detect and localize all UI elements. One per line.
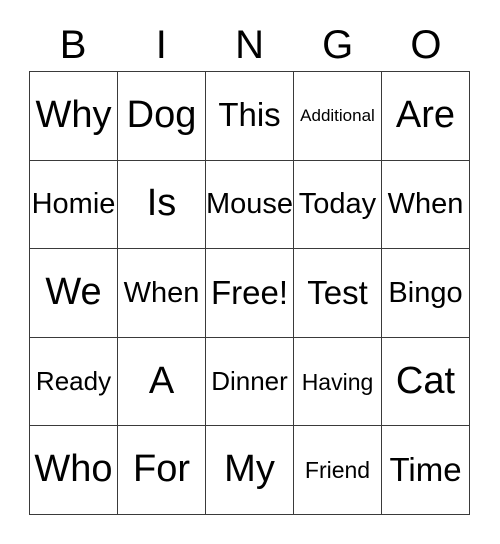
- bingo-cell[interactable]: Test: [294, 249, 382, 338]
- bingo-cell-label: Time: [389, 450, 462, 488]
- bingo-cell-label: Is: [146, 182, 177, 225]
- bingo-cell[interactable]: Is: [118, 160, 206, 250]
- bingo-cell-label: When: [123, 276, 200, 309]
- bingo-cell[interactable]: Free!: [206, 249, 294, 338]
- bingo-cell[interactable]: Having: [294, 337, 382, 427]
- header-letter-b: B: [59, 22, 87, 67]
- bingo-cell-label: Dinner: [211, 365, 288, 396]
- bingo-cell-label: My: [224, 448, 275, 491]
- bingo-cell[interactable]: Today: [294, 160, 382, 250]
- header-letter-i: I: [155, 22, 167, 67]
- bingo-cell-label: Why: [35, 93, 112, 136]
- bingo-cell-label: Test: [307, 273, 368, 311]
- bingo-cell-label: Additional: [300, 105, 375, 125]
- bingo-cell[interactable]: When: [118, 249, 206, 338]
- bingo-cell[interactable]: We: [30, 249, 118, 338]
- bingo-cell[interactable]: Dog: [118, 72, 206, 161]
- bingo-cell[interactable]: Additional: [294, 72, 382, 161]
- bingo-cell-label: Free!: [210, 273, 289, 311]
- bingo-cell-label: For: [133, 448, 190, 491]
- bingo-cell[interactable]: My: [206, 426, 294, 515]
- bingo-cell[interactable]: A: [118, 337, 206, 427]
- bingo-cell-label: Who: [34, 448, 113, 491]
- bingo-cell[interactable]: For: [118, 426, 206, 515]
- bingo-cell[interactable]: When: [382, 160, 470, 250]
- bingo-cell-label: Friend: [304, 457, 371, 484]
- bingo-cell[interactable]: Time: [382, 426, 470, 515]
- bingo-header: B I N G O: [29, 18, 470, 71]
- bingo-cell[interactable]: Cat: [382, 337, 470, 427]
- bingo-grid: Why Dog This Additional Are Homie Is Mouse Today…: [29, 71, 470, 515]
- bingo-cell[interactable]: Are: [382, 72, 470, 161]
- bingo-cell-label: Bingo: [388, 276, 463, 309]
- bingo-cell-label: This: [218, 96, 281, 134]
- bingo-cell-label: Ready: [35, 365, 112, 396]
- bingo-cell-label: Cat: [395, 359, 456, 402]
- bingo-cell-label: A: [148, 359, 175, 402]
- header-letter-o: O: [410, 22, 442, 67]
- bingo-cell[interactable]: Dinner: [206, 337, 294, 427]
- header-letter-n: N: [235, 22, 264, 67]
- bingo-cell[interactable]: Bingo: [382, 249, 470, 338]
- bingo-cell[interactable]: Why: [30, 72, 118, 161]
- bingo-card: B I N G O Why Dog This Additional Are Homie Is…: [0, 0, 500, 544]
- bingo-cell-label: Homie: [31, 188, 116, 221]
- header-letter-g: G: [322, 22, 354, 67]
- bingo-cell-label: Having: [301, 368, 374, 395]
- bingo-cell-label: We: [45, 271, 102, 314]
- bingo-cell-label: Mouse: [206, 188, 294, 221]
- bingo-cell-label: When: [387, 188, 464, 221]
- bingo-cell[interactable]: Friend: [294, 426, 382, 515]
- bingo-cell[interactable]: Mouse: [206, 160, 294, 250]
- bingo-cell-label: Are: [395, 93, 456, 136]
- bingo-cell[interactable]: Who: [30, 426, 118, 515]
- bingo-cell[interactable]: Ready: [30, 337, 118, 427]
- bingo-cell[interactable]: Homie: [30, 160, 118, 250]
- bingo-cell[interactable]: This: [206, 72, 294, 161]
- bingo-cell-label: Dog: [126, 93, 197, 136]
- bingo-cell-label: Today: [298, 188, 377, 221]
